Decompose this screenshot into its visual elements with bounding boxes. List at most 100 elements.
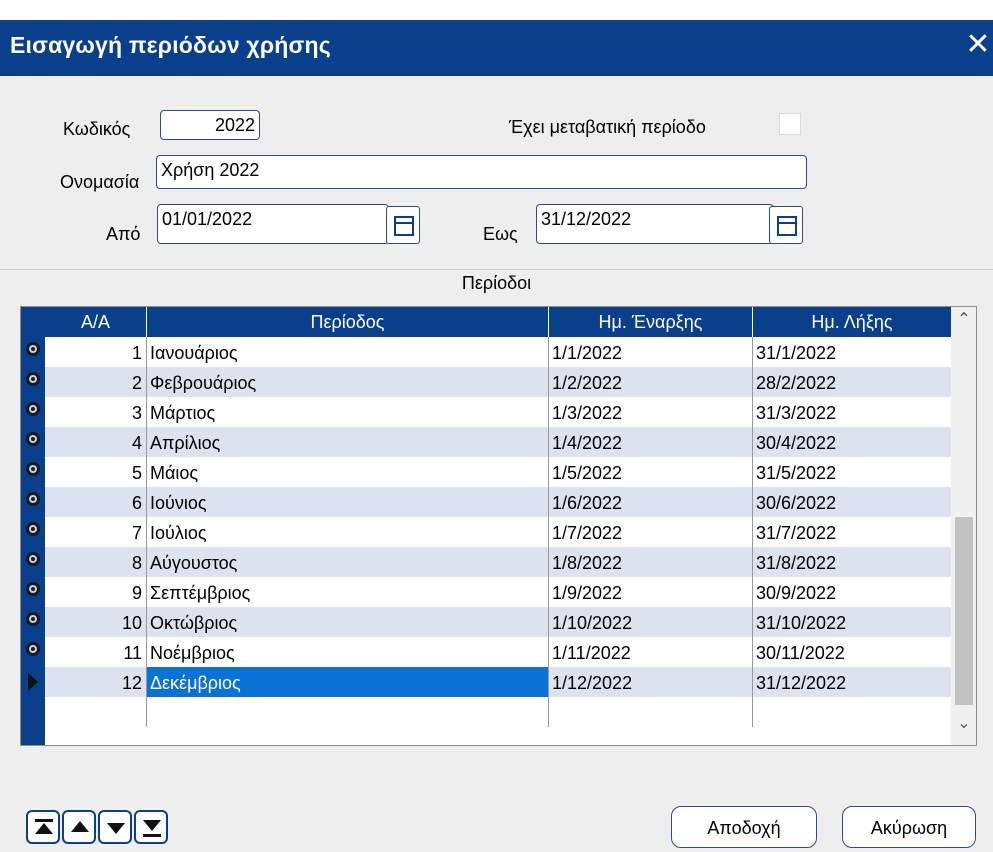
cell-period[interactable]: Ιούλιος: [147, 517, 549, 547]
first-record-button[interactable]: [26, 810, 60, 844]
cell-end-date[interactable]: 30/4/2022: [753, 427, 951, 457]
cell-end-date[interactable]: 31/10/2022: [753, 607, 951, 637]
row-marker-icon: [26, 402, 40, 416]
cell-start-date[interactable]: 1/10/2022: [549, 607, 753, 637]
to-calendar-button[interactable]: [769, 206, 803, 244]
to-date-input[interactable]: 31/12/2022: [536, 204, 774, 244]
cell-period[interactable]: Σεπτέμβριος: [147, 577, 549, 607]
last-record-button[interactable]: [134, 810, 168, 844]
cell-end-date[interactable]: 30/9/2022: [753, 577, 951, 607]
vertical-scroll-thumb[interactable]: [955, 517, 973, 705]
cell-period[interactable]: Ιανουάριος: [147, 337, 549, 367]
table-row-empty[interactable]: [45, 697, 951, 727]
cell-start-date[interactable]: 1/1/2022: [549, 337, 753, 367]
column-header-end-date[interactable]: Ημ. Λήξης: [753, 307, 951, 337]
cell-period[interactable]: Δεκέμβριος: [147, 667, 549, 697]
table-row[interactable]: 6 Ιούνιος 1/6/2022 30/6/2022: [45, 487, 951, 517]
cell-period[interactable]: Αύγουστος: [147, 547, 549, 577]
cell-aa[interactable]: 1: [45, 337, 147, 367]
row-marker-icon: [26, 342, 40, 356]
title-bar: Εισαγωγή περιόδων χρήσης ✕: [0, 0, 993, 76]
cell-end-date[interactable]: 31/1/2022: [753, 337, 951, 367]
table-row[interactable]: 7 Ιούλιος 1/7/2022 31/7/2022: [45, 517, 951, 547]
cell-end-date[interactable]: 28/2/2022: [753, 367, 951, 397]
cell-aa[interactable]: 7: [45, 517, 147, 547]
horizontal-scrollbar[interactable]: ‹ ›: [21, 745, 977, 746]
row-marker-icon: [26, 372, 40, 386]
table-row[interactable]: 4 Απρίλιος 1/4/2022 30/4/2022: [45, 427, 951, 457]
cell-start-date[interactable]: 1/8/2022: [549, 547, 753, 577]
row-marker-icon: [26, 462, 40, 476]
cell-end-date[interactable]: 31/7/2022: [753, 517, 951, 547]
cell-start-date[interactable]: 1/5/2022: [549, 457, 753, 487]
column-header-period[interactable]: Περίοδος: [147, 307, 549, 337]
cell-aa[interactable]: 11: [45, 637, 147, 667]
column-header-aa[interactable]: Α/Α: [45, 307, 147, 337]
name-input[interactable]: Χρήση 2022: [156, 155, 807, 189]
horizontal-scroll-track[interactable]: ‹ ›: [21, 745, 951, 746]
cell-aa[interactable]: 4: [45, 427, 147, 457]
cell-aa[interactable]: 12: [45, 667, 147, 697]
from-date-input[interactable]: 01/01/2022: [157, 204, 389, 244]
cell-aa[interactable]: 8: [45, 547, 147, 577]
cell-start-date[interactable]: 1/11/2022: [549, 637, 753, 667]
cell-start-date[interactable]: 1/6/2022: [549, 487, 753, 517]
cell-period[interactable]: Ιούνιος: [147, 487, 549, 517]
cell-end-date[interactable]: 31/3/2022: [753, 397, 951, 427]
code-input[interactable]: 2022: [160, 110, 260, 140]
cell-start-date[interactable]: 1/4/2022: [549, 427, 753, 457]
cell-end-date[interactable]: 30/6/2022: [753, 487, 951, 517]
close-icon[interactable]: ✕: [965, 28, 991, 62]
accept-button[interactable]: Αποδοχή: [671, 806, 817, 848]
cell-start-date[interactable]: 1/2/2022: [549, 367, 753, 397]
cell-end-date[interactable]: 31/5/2022: [753, 457, 951, 487]
cell-end-date[interactable]: 31/12/2022: [753, 667, 951, 697]
periods-panel: Περίοδοι Α/Α Περίοδος Ημ. Έναρξης Ημ. Λή…: [0, 270, 993, 782]
cell-aa[interactable]: 6: [45, 487, 147, 517]
cell-start-date[interactable]: 1/9/2022: [549, 577, 753, 607]
footer-bar: Αποδοχή Ακύρωση: [0, 782, 993, 852]
form-panel: Κωδικός 2022 Έχει μεταβατική περίοδο Ονο…: [0, 76, 993, 270]
row-marker-icon: [26, 642, 40, 656]
vertical-scrollbar[interactable]: ⌃ ⌄: [951, 307, 976, 745]
transition-checkbox[interactable]: [779, 113, 801, 135]
cell-period[interactable]: Μάρτιος: [147, 397, 549, 427]
cell-period[interactable]: Απρίλιος: [147, 427, 549, 457]
grid-header: Α/Α Περίοδος Ημ. Έναρξης Ημ. Λήξης: [21, 307, 951, 337]
cell-period[interactable]: Νοέμβριος: [147, 637, 549, 667]
cell-aa[interactable]: 3: [45, 397, 147, 427]
cell-aa[interactable]: 10: [45, 607, 147, 637]
cell-start-date[interactable]: 1/3/2022: [549, 397, 753, 427]
row-marker-icon: [26, 552, 40, 566]
cell-period[interactable]: Οκτώβριος: [147, 607, 549, 637]
cell-end-date[interactable]: 30/11/2022: [753, 637, 951, 667]
cell-aa[interactable]: 9: [45, 577, 147, 607]
cell-period[interactable]: Μάιος: [147, 457, 549, 487]
cell-start-date[interactable]: 1/7/2022: [549, 517, 753, 547]
table-row[interactable]: 10 Οκτώβριος 1/10/2022 31/10/2022: [45, 607, 951, 637]
cell-period[interactable]: Φεβρουάριος: [147, 367, 549, 397]
name-label: Ονομασία: [60, 172, 140, 192]
table-row[interactable]: 12 Δεκέμβριος 1/12/2022 31/12/2022: [45, 667, 951, 697]
next-record-button[interactable]: [98, 810, 132, 844]
column-header-start-date[interactable]: Ημ. Έναρξης: [549, 307, 753, 337]
scroll-down-icon[interactable]: ⌄: [951, 713, 976, 735]
scroll-up-icon[interactable]: ⌃: [951, 309, 976, 331]
table-row[interactable]: 1 Ιανουάριος 1/1/2022 31/1/2022: [45, 337, 951, 367]
table-row[interactable]: 5 Μάιος 1/5/2022 31/5/2022: [45, 457, 951, 487]
table-row[interactable]: 11 Νοέμβριος 1/11/2022 30/11/2022: [45, 637, 951, 667]
row-marker-icon: [26, 612, 40, 626]
table-row[interactable]: 2 Φεβρουάριος 1/2/2022 28/2/2022: [45, 367, 951, 397]
table-row[interactable]: 3 Μάρτιος 1/3/2022 31/3/2022: [45, 397, 951, 427]
cell-start-date[interactable]: 1/12/2022: [549, 667, 753, 697]
previous-record-button[interactable]: [62, 810, 96, 844]
from-calendar-button[interactable]: [386, 206, 420, 244]
cell-aa[interactable]: 2: [45, 367, 147, 397]
table-row[interactable]: 9 Σεπτέμβριος 1/9/2022 30/9/2022: [45, 577, 951, 607]
row-marker-icon: [26, 492, 40, 506]
from-label: Από: [106, 224, 141, 244]
cell-aa[interactable]: 5: [45, 457, 147, 487]
cancel-button[interactable]: Ακύρωση: [842, 806, 976, 848]
cell-end-date[interactable]: 31/8/2022: [753, 547, 951, 577]
table-row[interactable]: 8 Αύγουστος 1/8/2022 31/8/2022: [45, 547, 951, 577]
